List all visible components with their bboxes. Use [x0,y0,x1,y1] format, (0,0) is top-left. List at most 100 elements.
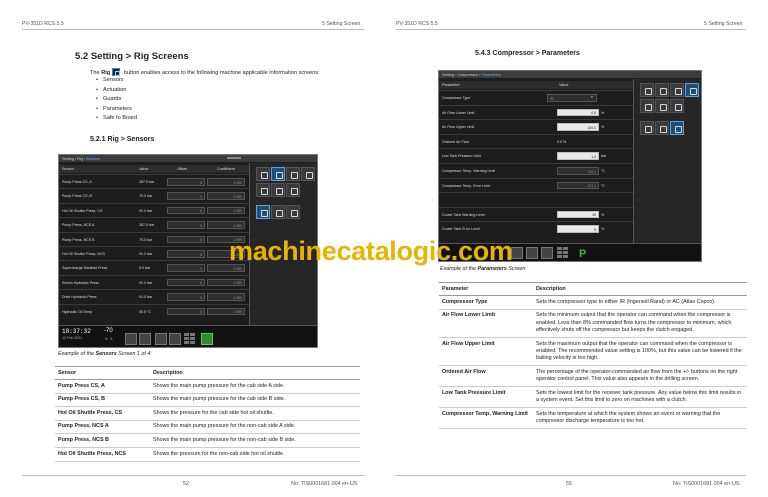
value-unit: % [601,110,605,115]
sensor-value: 91.0 bar [139,280,153,285]
coefficient-field[interactable]: 1.000 [207,307,245,316]
list-item: Safe to Board [96,114,137,124]
table-cell-key: Pump Press, NCS A [55,420,150,435]
sensor-name: Pump Press CS, A [62,180,92,184]
value-text: 0.0 % [557,139,567,144]
table-cell-key: Air Flow Upper Limit [439,337,533,367]
offset-field[interactable]: 0 [167,293,205,301]
coefficient-field[interactable]: 1.000 [207,278,245,287]
header-rule [396,29,746,30]
table-header-description: Description [533,282,747,296]
caption-post: Screen 1 of 4 [116,351,151,357]
offset-field[interactable]: 0 [167,206,205,215]
compressor-type-select[interactable]: IR [547,94,597,102]
coefficient-field[interactable]: 1.000 [207,178,245,186]
table-cell-key: Compressor Temp, Warning Limit [439,407,533,430]
parameters-screenshot: Setting › Compressor › Parameters Parame… [438,70,702,262]
table-row: Supercharge Manifold Press 9.0 bar 0 1.000 [59,260,249,274]
sensors-tab-icon[interactable] [256,167,270,181]
page-indicator [227,157,241,159]
coefficient-field[interactable]: 1.000 [207,293,245,301]
table-cell-key: Hot Oil Shuttle Press, NCS [55,447,150,462]
value-input[interactable]: 5 [557,225,599,233]
blank-tile [670,99,684,113]
offset-field[interactable]: 0 [167,192,205,200]
table-header-description: Description [150,366,360,380]
table-row: Hydraulic Oil Temp 55.5 °C 0 1.000 [59,303,249,318]
table-cell-key: Air Flow Lower Limit [439,309,533,339]
offset-field[interactable]: 0 [167,307,205,316]
signal-icon[interactable] [271,205,285,219]
table-row: Pump Press, NCS B 75.0 bar 0 1.000 [59,231,249,246]
col-coefficient: Coefficient [217,167,235,171]
value-unit: % [601,125,605,130]
compressor-tab-icon[interactable] [685,83,699,97]
header-doc-title: PV-351D RCS 5.5 [396,21,438,27]
status-reading-unit: N · A [105,337,113,341]
doc-number: No: TIS0001681.004 en-US [673,481,740,487]
tool-icon[interactable] [655,99,669,113]
table-row: Hot Oil Shuttle Press, CS 91.0 bar 0 1.000 [59,202,249,217]
caption-bold: Sensors [95,351,117,357]
table-cell-key: Compressor Type [439,295,533,310]
offset-field[interactable]: 0 [167,278,205,287]
rig-status-icon[interactable] [201,333,213,345]
graph-icon[interactable] [655,121,669,135]
wrench-icon[interactable] [256,183,270,197]
sensor-value: 75.0 bar [139,194,153,199]
footer-rule [22,475,364,476]
guards-tab-icon[interactable] [286,167,300,181]
camera-icon[interactable] [169,333,181,345]
parameter-name: Low Tank Pressure Limit [442,154,482,159]
sensor-page-icon[interactable] [256,205,270,219]
doc-number: No: TIS0001681.004 en-US [291,481,358,487]
table-row: Compressor Temp, Warning Limit Sets the t… [439,407,747,430]
wrench-icon[interactable] [640,99,654,113]
sensor-value: 75.0 bar [139,237,153,242]
table-cell-key: Low Tank Pressure Limit [439,386,533,409]
drill-icon[interactable] [526,247,538,259]
safe-to-board-tab-icon[interactable] [301,167,315,181]
value-input[interactable]: 0.0 [557,108,599,117]
coefficient-field[interactable]: 1.000 [207,206,245,215]
page-number: 55 [566,481,572,487]
table-row: Air Flow Lower Limit 0.0% [439,104,633,119]
guards-tab-icon[interactable] [670,83,684,97]
value-input[interactable]: 100.0 [557,123,599,131]
parameters-page-icon[interactable] [670,121,684,135]
tool-icon[interactable] [271,183,285,197]
screen-breadcrumb: Setting › Rig › Sensors [59,155,317,162]
coefficient-field[interactable]: 1.000 [207,221,245,229]
watermark-text: machinecatalogic.com [229,236,513,266]
settings-icon[interactable] [541,247,553,259]
table-row [439,192,633,206]
parameter-name: Compressor Temp, Warning Limit [442,169,496,173]
offset-field[interactable]: 0 [167,250,205,258]
table-cell-description: Shows the main pump pressure for the cab… [150,393,360,408]
offset-field[interactable]: 0 [167,178,205,186]
sensor-name: Pump Press CS, B [62,194,92,199]
sensors-tab-icon[interactable] [640,83,654,97]
offset-field[interactable]: 0 [167,235,205,244]
actuation-tab-icon[interactable] [655,83,669,97]
table-cell-key: Pump Press CS, A [55,379,150,394]
operator-icon[interactable] [125,333,137,345]
operator-icon[interactable] [511,247,523,259]
menu-grid-icon[interactable] [557,247,570,259]
settings-icon[interactable] [155,333,167,345]
offset-field[interactable]: 0 [167,221,205,229]
parameter-name: Ordered Air Flow [442,139,469,144]
value-unit: % [601,212,605,217]
drill-icon[interactable] [139,333,151,345]
breadcrumb-path: Setting › Rig › [62,156,87,161]
actuation-tab-icon[interactable] [271,167,285,181]
offset-field[interactable]: 0 [167,264,205,272]
blank-tile [286,183,300,197]
coefficient-field[interactable]: 1.000 [207,192,245,200]
value-input[interactable]: 1.4 [557,152,599,160]
menu-grid-icon[interactable] [184,333,197,345]
table-row: Hot Oil Shuttle Press, CS Shows the press… [55,406,360,421]
signal-icon[interactable] [640,121,654,135]
value-input[interactable]: 20 [557,210,599,219]
table-cell-description: Sets the minimum output that the operato… [533,309,747,339]
